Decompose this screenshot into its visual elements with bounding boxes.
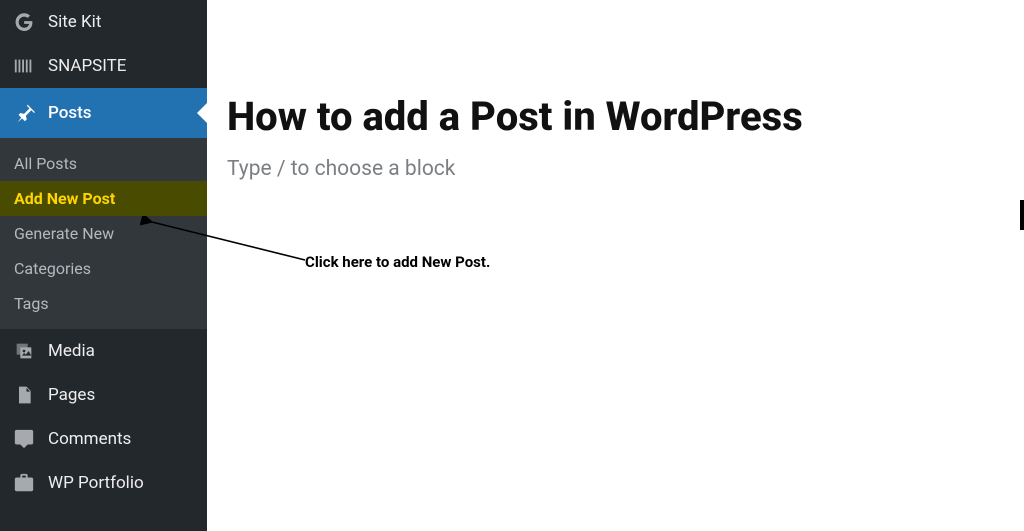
sidebar-item-pages[interactable]: Pages [0, 373, 207, 417]
admin-sidebar: Site Kit SNAPSITE Posts All Posts Add Ne… [0, 0, 207, 531]
right-edge-stub [1020, 200, 1024, 230]
sidebar-item-comments[interactable]: Comments [0, 417, 207, 461]
sidebar-item-label: Media [48, 341, 95, 361]
posts-submenu: All Posts Add New Post Generate New Cate… [0, 138, 207, 329]
sidebar-item-label: SNAPSITE [48, 56, 126, 76]
portfolio-icon [12, 471, 36, 495]
sidebar-item-label: WP Portfolio [48, 473, 144, 493]
barcode-icon [12, 54, 36, 78]
block-placeholder[interactable]: Type / to choose a block [227, 157, 1004, 181]
pin-icon [12, 101, 36, 125]
page-icon [12, 383, 36, 407]
sidebar-item-label: Site Kit [48, 12, 101, 32]
google-g-icon [12, 10, 36, 34]
post-title[interactable]: How to add a Post in WordPress [227, 95, 1004, 139]
submenu-categories[interactable]: Categories [0, 251, 207, 286]
sidebar-item-snapsite[interactable]: SNAPSITE [0, 44, 207, 88]
media-icon [12, 339, 36, 363]
annotation-text: Click here to add New Post. [305, 253, 490, 271]
sidebar-item-label: Posts [48, 103, 92, 123]
submenu-all-posts[interactable]: All Posts [0, 146, 207, 181]
sidebar-item-wp-portfolio[interactable]: WP Portfolio [0, 461, 207, 505]
sidebar-item-posts[interactable]: Posts [0, 88, 207, 138]
sidebar-item-label: Pages [48, 385, 95, 405]
sidebar-item-label: Comments [48, 429, 131, 449]
sidebar-item-site-kit[interactable]: Site Kit [0, 0, 207, 44]
submenu-tags[interactable]: Tags [0, 286, 207, 321]
submenu-add-new-post[interactable]: Add New Post [0, 181, 207, 216]
sidebar-item-media[interactable]: Media [0, 329, 207, 373]
submenu-generate-new[interactable]: Generate New [0, 216, 207, 251]
comment-icon [12, 427, 36, 451]
